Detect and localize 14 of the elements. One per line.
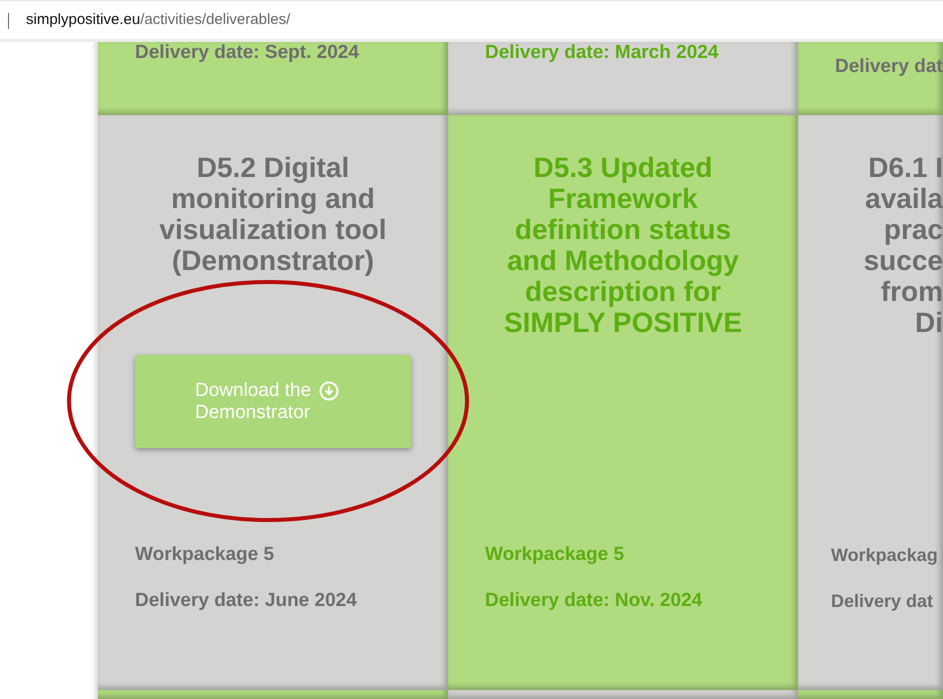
url-text: simplypositive.eu/activities/deliverables/ — [26, 10, 290, 30]
download-icon — [319, 380, 340, 400]
delivery-date: Delivery date: March 2024 — [485, 42, 720, 64]
delivery-date: Delivery date: Nov. 2024 — [485, 590, 704, 612]
deliverable-title: D5.3 Updated Framework definition status and Methodology description for SIMPLY POSITIVE — [502, 152, 744, 338]
deliverable-title: D5.2 Digital monitoring and visualization tool (Demonstrator) — [158, 152, 388, 276]
workpackage-label: Workpackag — [831, 544, 939, 566]
delivery-date: Delivery date: Sept. 2024 — [135, 42, 360, 64]
deliverable-title: D6.1 I availa prac succe from Di — [862, 152, 943, 338]
delivery-date: Delivery date: June 2024 — [135, 590, 358, 612]
delivery-date: Delivery dat — [835, 56, 943, 78]
workpackage-label: Workpackage 5 — [485, 544, 626, 566]
delivery-date: Delivery dat — [831, 590, 934, 612]
workpackage-label: Workpackage 5 — [135, 544, 276, 566]
